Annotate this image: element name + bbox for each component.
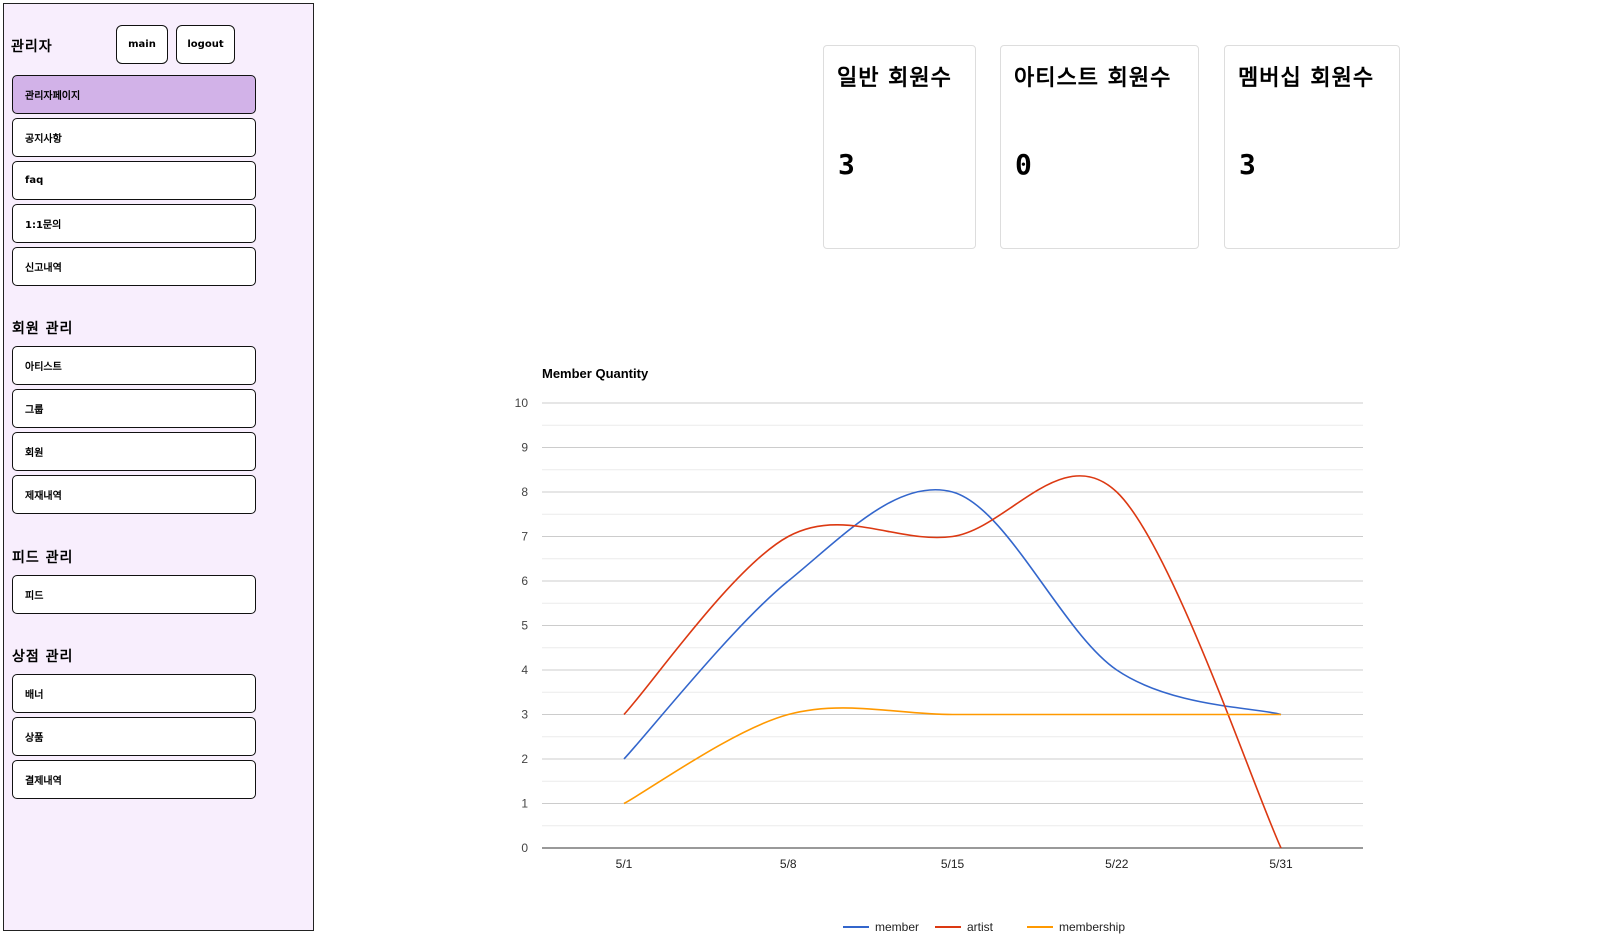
y-tick-label: 1 xyxy=(521,797,528,811)
legend-label-artist: artist xyxy=(967,920,994,934)
y-tick-label: 5 xyxy=(521,619,528,633)
x-tick-label: 5/1 xyxy=(616,857,633,871)
y-tick-label: 4 xyxy=(521,663,528,677)
y-tick-label: 7 xyxy=(521,530,528,544)
x-tick-label: 5/22 xyxy=(1105,857,1129,871)
legend-label-membership: membership xyxy=(1059,920,1125,934)
y-tick-label: 6 xyxy=(521,574,528,588)
series-line-membership xyxy=(623,707,1281,805)
x-tick-label: 5/15 xyxy=(941,857,965,871)
y-tick-label: 8 xyxy=(521,485,528,499)
y-tick-label: 2 xyxy=(521,752,528,766)
y-tick-label: 3 xyxy=(521,708,528,722)
y-tick-label: 10 xyxy=(515,396,529,410)
chart-title: Member Quantity xyxy=(542,366,649,381)
legend-label-member: member xyxy=(875,920,919,934)
series-line-member xyxy=(623,489,1282,760)
x-tick-label: 5/31 xyxy=(1269,857,1293,871)
series-line-artist xyxy=(623,475,1282,849)
y-tick-label: 0 xyxy=(521,841,528,855)
member-quantity-chart: Member Quantity 0 1 2 3 4 5 6 7 8 9 10 5/1 5/8 5/15 5/2… xyxy=(515,366,1363,934)
y-tick-label: 9 xyxy=(521,441,528,455)
x-tick-label: 5/8 xyxy=(780,857,797,871)
